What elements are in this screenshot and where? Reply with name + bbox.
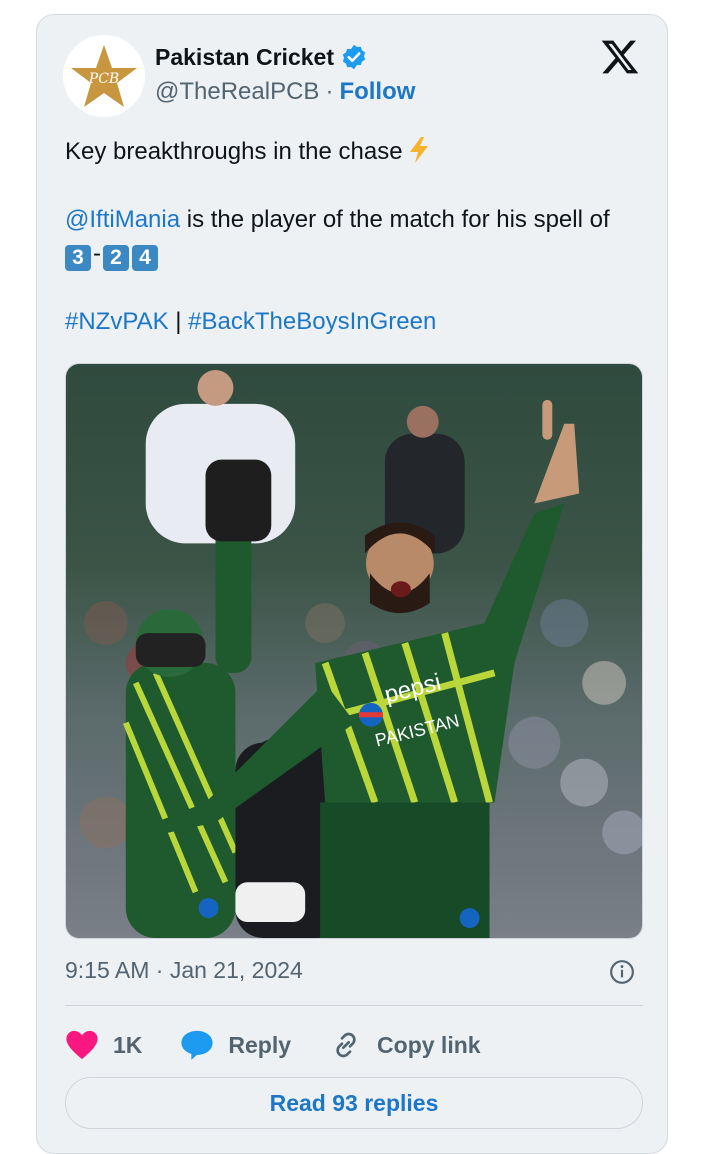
copy-link-button[interactable]: Copy link — [329, 1029, 481, 1061]
handle-separator: · — [325, 78, 334, 105]
tweet-line-1: Key breakthroughs in the chase — [65, 135, 655, 169]
hashtags: #NZvPAK | #BackTheBoysInGreen — [65, 305, 655, 339]
author-name[interactable]: Pakistan Cricket — [155, 44, 334, 71]
like-button[interactable]: 1K — [65, 1029, 142, 1061]
tweet-line-2: @IftiMania is the player of the match fo… — [65, 203, 655, 237]
read-replies-button[interactable]: Read 93 replies — [65, 1077, 643, 1129]
info-icon[interactable] — [609, 959, 635, 985]
author-avatar[interactable]: PCB — [63, 35, 145, 117]
x-logo-icon[interactable] — [599, 37, 641, 77]
svg-text:PCB: PCB — [88, 71, 119, 87]
tweet-text: Key breakthroughs in the chase @IftiMani… — [65, 135, 655, 339]
tweet-timestamp[interactable]: 9:15 AM · Jan 21, 2024 — [65, 957, 303, 984]
mention-link[interactable]: @IftiMania — [65, 206, 180, 233]
hashtag-separator: | — [168, 308, 189, 335]
keycap-digit: 4 — [132, 245, 158, 271]
like-count: 1K — [113, 1031, 143, 1058]
copy-link-label: Copy link — [377, 1031, 481, 1058]
lightning-icon — [409, 137, 428, 163]
author-handle[interactable]: @TheRealPCB — [155, 78, 319, 106]
cricket-photo: pepsi PAKISTAN — [66, 364, 642, 938]
hashtag-link[interactable]: #NZvPAK — [65, 308, 169, 335]
pcb-star-logo-icon: PCB — [68, 40, 140, 112]
link-icon — [336, 1032, 356, 1058]
verified-badge-icon — [342, 44, 366, 70]
tweet-photo[interactable]: pepsi PAKISTAN — [65, 363, 643, 939]
bowling-figures: 3-24 — [65, 237, 655, 271]
action-bar: 1K Reply Copy link — [65, 1025, 643, 1065]
keycap-digit: 2 — [103, 245, 129, 271]
divider — [65, 1005, 643, 1006]
tweet-line-2-text: is the player of the match for his spell… — [180, 206, 610, 233]
figures-dash: - — [93, 240, 101, 267]
author-name-row: Pakistan Cricket — [155, 43, 368, 71]
tweet-line-1-text: Key breakthroughs in the chase — [65, 138, 403, 165]
reply-label: Reply — [228, 1031, 292, 1058]
heart-icon — [66, 1030, 98, 1060]
follow-button[interactable]: Follow — [339, 78, 415, 106]
hashtag-link[interactable]: #BackTheBoysInGreen — [188, 308, 436, 335]
keycap-digit: 3 — [65, 245, 91, 271]
tweet-card: PCB Pakistan Cricket @TheRealPCB · Follo… — [36, 14, 668, 1154]
reply-button[interactable]: Reply — [180, 1029, 291, 1061]
author-handle-row: @TheRealPCB · Follow — [155, 78, 415, 106]
reply-bubble-icon — [181, 1030, 213, 1060]
